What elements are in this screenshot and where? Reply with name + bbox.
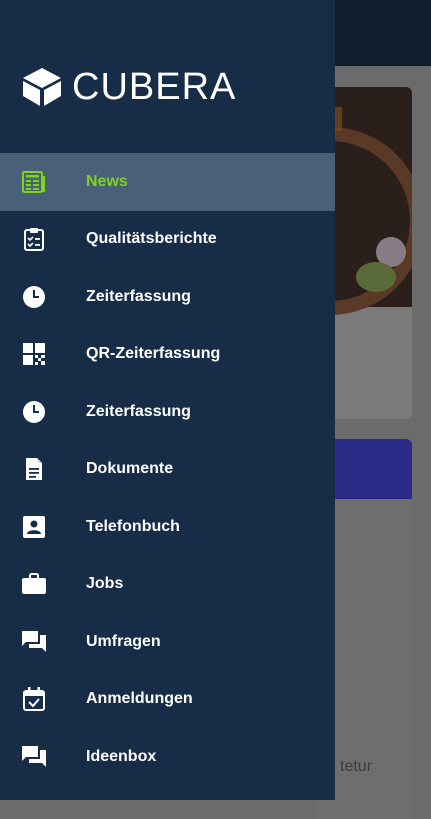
briefcase-icon [22,572,46,596]
chat-bubbles-icon [22,745,46,769]
menu-item-dokumente[interactable]: Dokumente [0,441,335,499]
chat-bubbles-icon [22,630,46,654]
menu-item-label: Anmeldungen [86,690,193,708]
background-card-text: tetur [340,758,373,775]
document-icon [22,457,46,481]
menu-item-label: Jobs [86,575,124,593]
menu-item-umfragen[interactable]: Umfragen [0,613,335,671]
menu-item-ideenbox[interactable]: Ideenbox [0,728,335,786]
menu-item-telefonbuch[interactable]: Telefonbuch [0,498,335,556]
menu-item-qualitaetsberichte[interactable]: Qualitätsberichte [0,211,335,269]
brand-name: CUBERA [72,65,237,108]
menu-item-label: News [86,172,128,190]
menu-item-label: Zeiterfassung [86,402,191,420]
menu-item-news[interactable]: News [0,153,335,211]
menu-item-label: Umfragen [86,632,161,650]
menu-item-zeiterfassung-2[interactable]: Zeiterfassung [0,383,335,441]
cube-logo-icon [23,68,61,106]
clock-icon [22,285,46,309]
menu-item-qr-zeiterfassung[interactable]: QR-Zeiterfassung [0,326,335,384]
menu-item-label: Dokumente [86,460,174,478]
menu-item-label: Ideenbox [86,747,157,765]
menu-item-label: Zeiterfassung [86,287,191,305]
drawer-menu: News Qualitätsberichte Zeiterfassung QR-… [0,153,335,786]
menu-item-zeiterfassung[interactable]: Zeiterfassung [0,268,335,326]
clipboard-check-icon [22,227,46,252]
menu-item-label: Telefonbuch [86,517,180,535]
newspaper-icon [22,170,46,194]
menu-item-anmeldungen[interactable]: Anmeldungen [0,671,335,729]
menu-item-label: Qualitätsberichte [86,230,217,248]
clock-icon [22,400,46,424]
navigation-drawer: CUBERA News Qualitätsberichte Zeiterfass… [0,0,335,800]
qr-code-icon [22,342,46,366]
calendar-check-icon [22,687,46,712]
menu-item-jobs[interactable]: Jobs [0,556,335,614]
contact-card-icon [22,515,46,539]
menu-item-label: QR-Zeiterfassung [86,345,221,363]
cubera-logo: CUBERA [20,66,236,108]
